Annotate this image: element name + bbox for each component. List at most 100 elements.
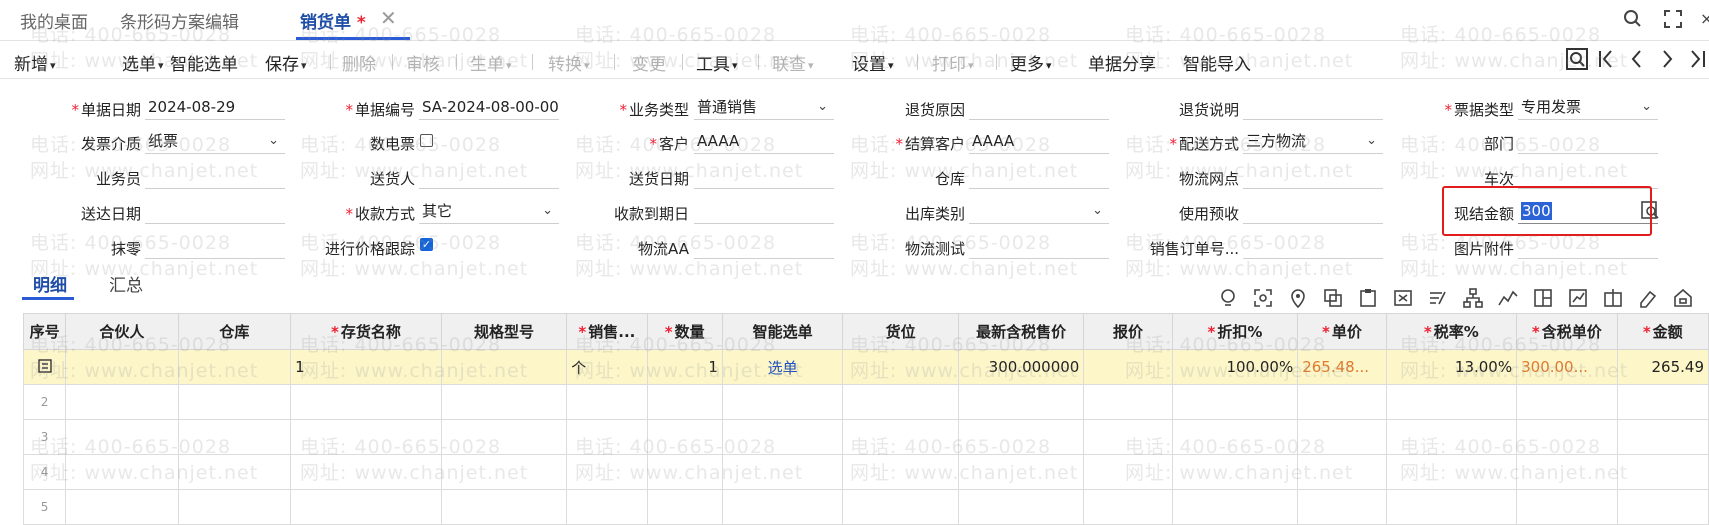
table-row[interactable]: 2 (22, 384, 1709, 420)
chart-icon[interactable] (1497, 287, 1519, 309)
grid-cell[interactable] (646, 419, 723, 455)
grid-cell[interactable] (646, 454, 723, 490)
copy-row-icon[interactable] (1322, 287, 1344, 309)
return-note-field[interactable] (1243, 94, 1383, 120)
grid-cell[interactable] (440, 384, 568, 420)
grid-cell[interactable] (721, 419, 844, 455)
lightbulb-icon[interactable] (1217, 287, 1239, 309)
grid-cell[interactable] (1297, 419, 1387, 455)
discount-cell[interactable]: 100.00% (1171, 349, 1299, 385)
col-header[interactable]: * 税率% (1385, 313, 1518, 350)
layout-icon[interactable] (1532, 287, 1554, 309)
grid-cell[interactable] (1616, 489, 1709, 525)
col-header[interactable]: * 含税单价 (1516, 313, 1618, 350)
share-doc-button[interactable]: 单据分享 (1088, 50, 1156, 75)
tab-summary[interactable]: 汇总 (109, 271, 143, 296)
outbound-category-select[interactable]: ⌄ (969, 198, 1109, 224)
smart-select-button[interactable]: 智能选单 (170, 50, 238, 75)
grid-cell[interactable] (957, 419, 1085, 455)
grid-cell[interactable] (1385, 454, 1518, 490)
payment-method-select[interactable]: 其它 ⌄ (419, 198, 559, 224)
e-invoice-checkbox[interactable] (420, 134, 433, 147)
grid-cell[interactable] (1171, 454, 1299, 490)
new-button[interactable]: 新增 ▾ (14, 50, 56, 75)
grid-cell[interactable] (1171, 419, 1299, 455)
salesperson-field[interactable] (145, 163, 285, 189)
next-record-icon[interactable] (1654, 46, 1680, 72)
print-button[interactable]: 打印 ▾ (932, 50, 974, 75)
invoice-medium-select[interactable]: 纸票 ⌄ (145, 128, 285, 154)
col-header[interactable]: * 销售... (566, 313, 648, 350)
grid-cell[interactable] (646, 384, 723, 420)
close-window-icon[interactable]: × (1700, 9, 1709, 35)
grid-cell[interactable] (65, 454, 179, 490)
grid-cell[interactable] (65, 384, 179, 420)
warehouse-field[interactable] (969, 163, 1109, 189)
price-tracking-checkbox[interactable]: ✓ (420, 238, 433, 251)
warehouse-cell[interactable] (177, 349, 292, 385)
location-cell[interactable] (842, 349, 959, 385)
payment-due-date-field[interactable] (694, 198, 834, 224)
settlement-customer-field[interactable]: AAAA (969, 128, 1109, 154)
grid-cell[interactable] (1616, 419, 1709, 455)
department-field[interactable] (1518, 128, 1658, 154)
col-header[interactable]: * 折扣% (1171, 313, 1299, 350)
spec-cell[interactable] (440, 349, 568, 385)
amount-cell[interactable]: 265.49 (1616, 349, 1709, 385)
grid-cell[interactable] (177, 384, 292, 420)
smart-select-link[interactable]: 选单 (721, 349, 844, 385)
grid-cell[interactable] (1083, 419, 1173, 455)
partner-cell[interactable] (65, 349, 179, 385)
col-header[interactable]: 报价 (1083, 313, 1173, 350)
grid-cell[interactable] (566, 489, 648, 525)
col-header[interactable]: * 金额 (1616, 313, 1709, 350)
generate-doc-button[interactable]: 生单 ▾ (470, 50, 512, 75)
grid-cell[interactable] (721, 384, 844, 420)
grid-cell[interactable] (1171, 489, 1299, 525)
grid-cell[interactable] (1297, 384, 1387, 420)
doc-date-field[interactable]: 2024-08-29 (145, 94, 285, 120)
more-button[interactable]: 更多 ▾ (1010, 50, 1052, 75)
grid-cell[interactable] (290, 419, 442, 455)
row-menu-icon[interactable] (37, 358, 53, 374)
grid-cell[interactable] (842, 419, 959, 455)
close-icon[interactable]: ✕ (380, 6, 397, 30)
arrival-date-field[interactable] (145, 198, 285, 224)
delivery-date-field[interactable] (694, 163, 834, 189)
quote-cell[interactable] (1083, 349, 1173, 385)
grid-cell[interactable] (440, 489, 568, 525)
latest-price-cell[interactable]: 300.000000 (957, 349, 1085, 385)
col-header[interactable]: 合伙人 (65, 313, 179, 350)
unit-price-cell[interactable]: 265.48... (1297, 349, 1387, 385)
col-header[interactable]: 规格型号 (440, 313, 568, 350)
select-doc-button[interactable]: 选单 ▾ (122, 50, 164, 75)
grid-cell[interactable] (1083, 454, 1173, 490)
tab-barcode-scheme[interactable]: 条形码方案编辑 (120, 8, 239, 33)
grid-cell[interactable] (1297, 454, 1387, 490)
logistics-aa-field[interactable] (694, 233, 834, 259)
tax-rate-cell[interactable]: 13.00% (1385, 349, 1518, 385)
first-record-icon[interactable] (1594, 46, 1620, 72)
use-prepayment-field[interactable] (1243, 198, 1383, 224)
paste-icon[interactable] (1357, 287, 1379, 309)
sales-unit-cell[interactable]: 个 (566, 349, 648, 385)
trend-icon[interactable] (1567, 287, 1589, 309)
grid-cell[interactable] (1083, 384, 1173, 420)
col-header[interactable]: * 存货名称 (290, 313, 442, 350)
fullscreen-icon[interactable] (1660, 6, 1686, 32)
previous-record-icon[interactable] (1624, 46, 1650, 72)
query-button[interactable]: 联查 ▾ (772, 50, 814, 75)
grid-cell[interactable] (1171, 384, 1299, 420)
col-header[interactable]: 最新含税售价 (957, 313, 1085, 350)
image-attachment-field[interactable] (1518, 233, 1658, 259)
grid-cell[interactable] (440, 454, 568, 490)
col-header[interactable]: 仓库 (177, 313, 292, 350)
grid-cell[interactable] (1516, 384, 1618, 420)
grid-cell[interactable] (842, 384, 959, 420)
locate-search-icon[interactable] (1564, 46, 1590, 72)
tab-sales-delivery[interactable]: 销货单 * (300, 8, 366, 33)
grid-cell[interactable] (1385, 384, 1518, 420)
grid-cell[interactable] (842, 489, 959, 525)
tax-unit-price-cell[interactable]: 300.00... (1516, 349, 1618, 385)
grid-cell[interactable] (1516, 419, 1618, 455)
